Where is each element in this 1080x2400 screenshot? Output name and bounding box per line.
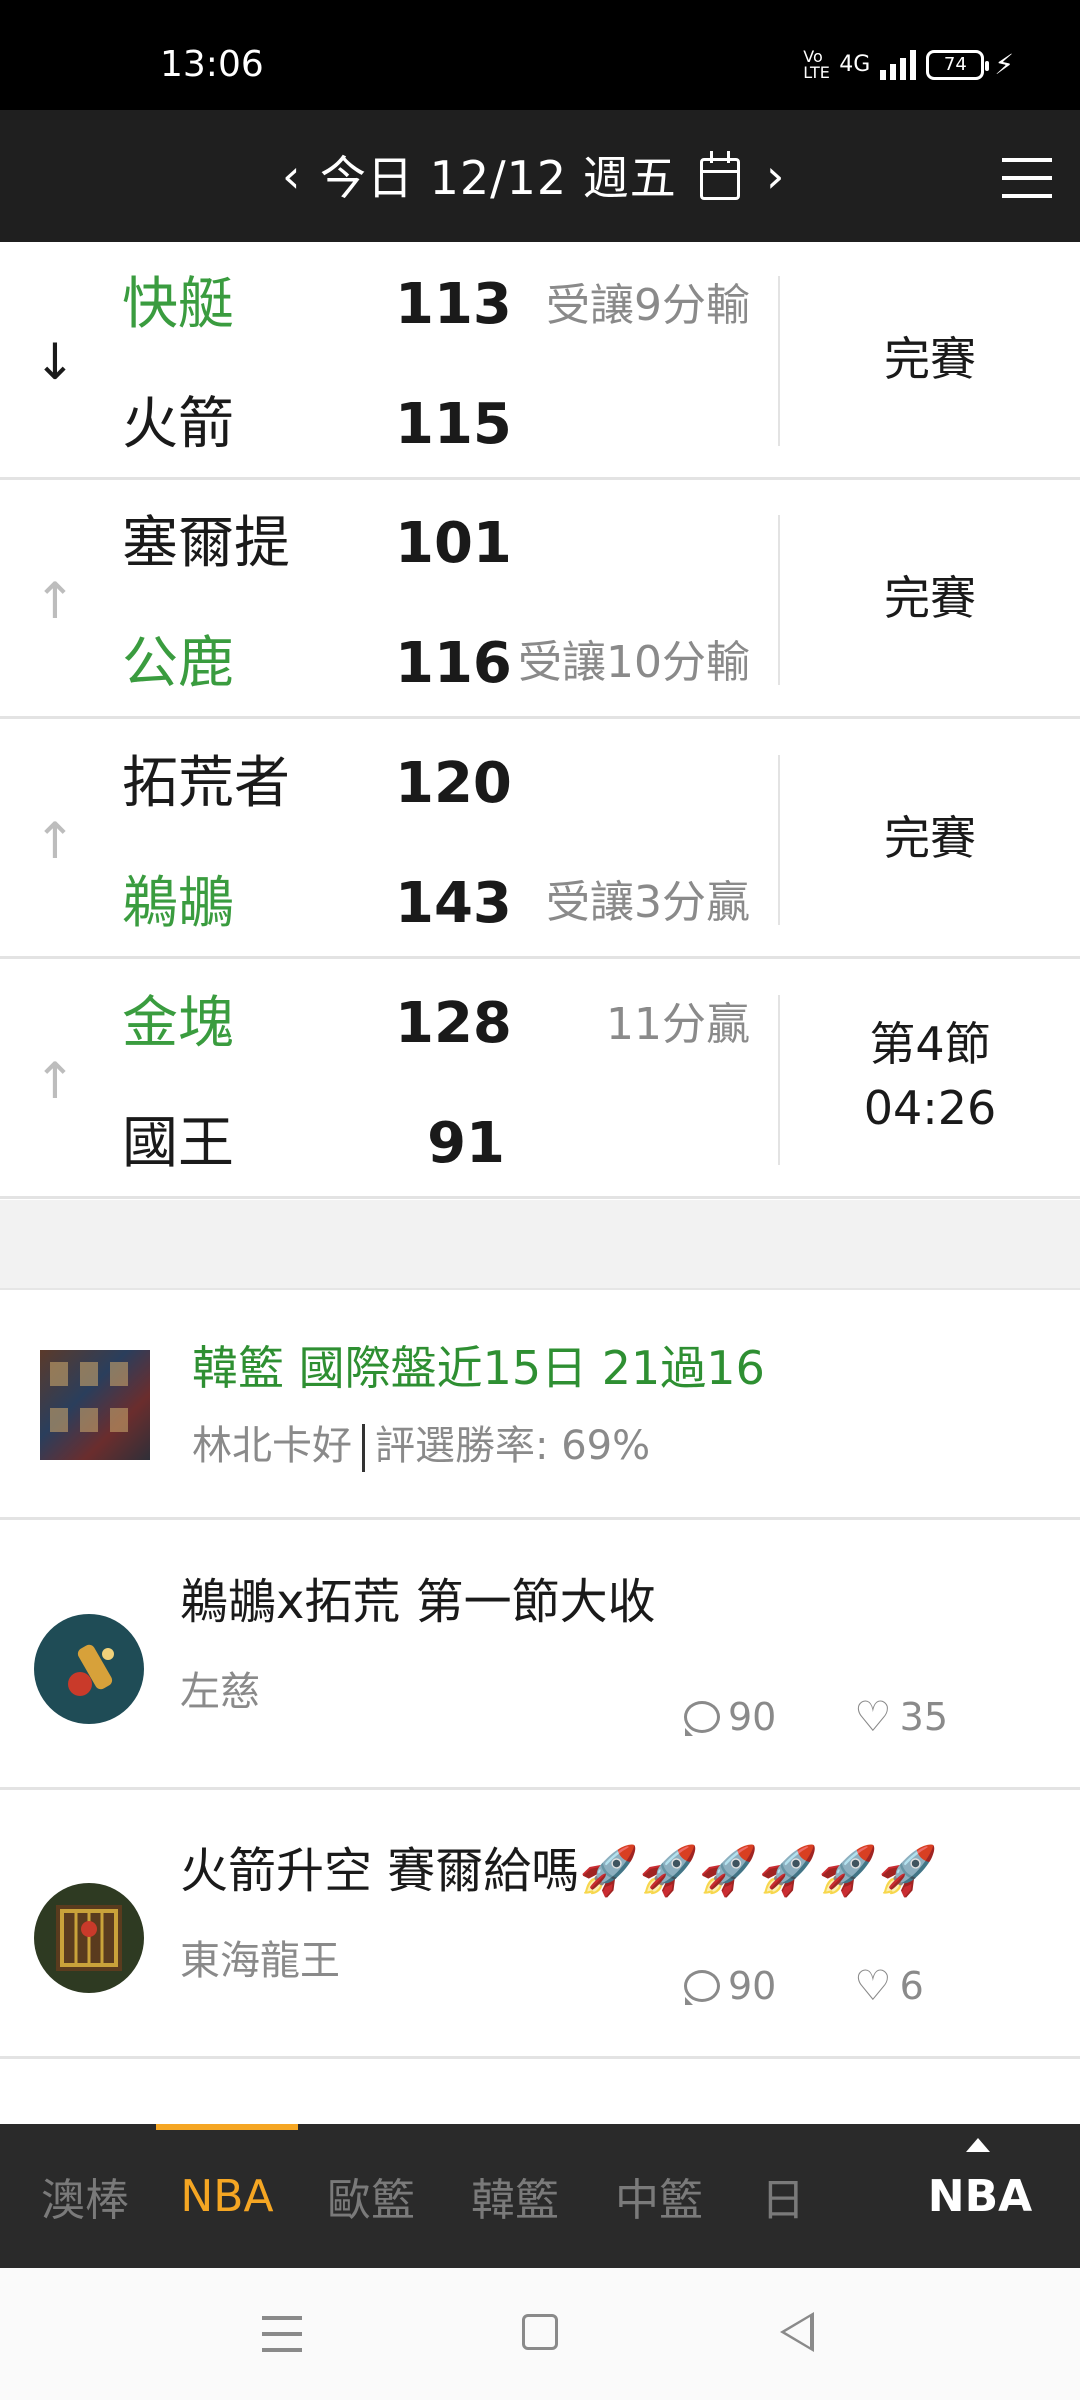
like-count[interactable]: ♡ 35 <box>854 1692 948 1742</box>
back-icon[interactable] <box>780 2312 814 2352</box>
status-bar: 13:06 Vo LTE 4G 74 ⚡ <box>0 0 1080 110</box>
home-team-score: 120 <box>395 751 512 816</box>
post-author[interactable]: 東海龍王 <box>180 1933 340 1989</box>
post-author[interactable]: 左慈 <box>180 1664 260 1720</box>
volte-icon: Vo LTE <box>803 46 830 82</box>
tab-korea-basketball[interactable]: 韓籃 <box>450 2124 580 2268</box>
game-row[interactable]: ↑ 拓荒者 120 鵜鶘 143 受讓3分贏 完賽 <box>0 721 1080 959</box>
tab-nba[interactable]: NBA <box>156 2124 298 2268</box>
away-team-score: 115 <box>395 392 512 457</box>
away-team-name: 國王 <box>122 1111 234 1176</box>
away-team-score: 116 <box>395 631 512 696</box>
arrow-down-icon[interactable]: ↓ <box>34 332 76 392</box>
arrow-up-icon[interactable]: ↑ <box>34 1051 76 1111</box>
comment-count-value: 90 <box>728 1964 777 2008</box>
post-title[interactable]: 火箭升空 賽爾給嗎🚀🚀🚀🚀🚀🚀 <box>180 1839 938 1903</box>
comment-count: 90 <box>684 1961 776 2011</box>
chevron-left-icon[interactable]: ‹ <box>282 146 300 206</box>
home-team-name: 金塊 <box>122 991 234 1056</box>
avatar <box>34 1614 144 1724</box>
charging-icon: ⚡ <box>994 48 1014 81</box>
status-icons: Vo LTE 4G 74 ⚡ <box>803 48 1014 81</box>
battery-level: 74 <box>943 54 967 75</box>
recents-icon[interactable] <box>262 2316 302 2352</box>
game-status: 完賽 <box>884 571 976 625</box>
date-header: ‹ 今日 12/12 週五 › <box>0 110 1080 242</box>
current-league-label: NBA <box>927 2170 1033 2222</box>
comment-count-value: 90 <box>728 1695 777 1739</box>
away-team-score: 143 <box>395 871 512 936</box>
expert-pick-title[interactable]: 韓籃 國際盤近15日 21過16 <box>192 1338 765 1398</box>
game-row[interactable]: ↑ 金塊 128 11分贏 國王 91 第4節 04:26 <box>0 961 1080 1199</box>
avatar <box>34 1883 144 1993</box>
forum-post[interactable]: 火箭升空 賽爾給嗎🚀🚀🚀🚀🚀🚀 東海龍王 90 ♡ 6 <box>0 1791 1080 2059</box>
date-label[interactable]: 今日 12/12 週五 <box>320 148 677 208</box>
spread-result: 11分贏 <box>606 999 750 1050</box>
system-nav-bar <box>0 2268 1080 2400</box>
home-team-score: 101 <box>395 511 512 576</box>
home-team-name: 拓荒者 <box>122 751 290 816</box>
heart-icon[interactable]: ♡ <box>854 1692 892 1742</box>
current-league-selector[interactable]: NBA <box>880 2124 1080 2268</box>
expert-pick-card[interactable]: 韓籃 國際盤近15日 21過16 林北卡好 評選勝率: 69% <box>0 1292 1080 1520</box>
away-team-name: 公鹿 <box>122 631 234 696</box>
arrow-up-icon[interactable]: ↑ <box>34 811 76 871</box>
game-row[interactable]: ↓ 快艇 113 受讓9分輸 火箭 115 完賽 <box>0 242 1080 480</box>
caret-up-icon <box>966 2138 990 2152</box>
hamburger-menu-icon[interactable] <box>1002 158 1052 198</box>
comment-count: 90 <box>684 1692 776 1742</box>
home-team-score: 128 <box>395 991 512 1056</box>
comment-icon <box>684 1970 720 2005</box>
home-team-name: 塞爾提 <box>122 511 290 576</box>
game-period: 第4節 <box>869 1017 991 1071</box>
tab-euro-basketball[interactable]: 歐籃 <box>306 2124 436 2268</box>
tab-aus-baseball[interactable]: 澳棒 <box>20 2124 150 2268</box>
divider <box>362 1424 365 1472</box>
status-time: 13:06 <box>160 44 264 85</box>
away-team-name: 火箭 <box>122 392 234 457</box>
game-status: 完賽 <box>884 811 976 865</box>
league-tab-bar: 澳棒 NBA 歐籃 韓籃 中籃 日 NBA <box>0 2124 1080 2268</box>
spread-result: 受讓10分輸 <box>518 637 750 688</box>
chevron-right-icon[interactable]: › <box>766 146 784 206</box>
home-team-name: 快艇 <box>122 272 234 337</box>
expert-thumbnail <box>40 1350 150 1460</box>
spread-result: 受讓9分輸 <box>546 280 750 331</box>
post-title[interactable]: 鵜鶘x拓荒 第一節大收 <box>180 1570 656 1634</box>
forum-post[interactable]: 鵜鶘x拓荒 第一節大收 左慈 90 ♡ 35 <box>0 1522 1080 1790</box>
calendar-icon[interactable] <box>700 151 740 200</box>
battery-icon: 74 <box>926 49 990 80</box>
game-clock: 04:26 <box>863 1081 997 1135</box>
expert-meta: 林北卡好 評選勝率: 69% <box>192 1418 650 1474</box>
tab-china-basketball[interactable]: 中籃 <box>594 2124 724 2268</box>
expert-win-rate: 評選勝率: 69% <box>375 1423 651 1469</box>
comment-icon <box>684 1701 720 1736</box>
like-count-value: 35 <box>899 1695 949 1739</box>
game-row[interactable]: ↑ 塞爾提 101 公鹿 116 受讓10分輸 完賽 <box>0 481 1080 719</box>
away-team-score: 91 <box>427 1111 505 1176</box>
signal-icon <box>880 49 917 80</box>
away-team-name: 鵜鶘 <box>122 871 234 936</box>
arrow-up-icon[interactable]: ↑ <box>34 571 76 631</box>
like-count[interactable]: ♡ 6 <box>854 1961 924 2011</box>
network-type-label: 4G <box>839 52 871 77</box>
heart-icon[interactable]: ♡ <box>854 1961 892 2011</box>
section-spacer <box>0 1200 1080 1290</box>
spread-result: 受讓3分贏 <box>546 877 750 928</box>
like-count-value: 6 <box>899 1964 924 2008</box>
expert-author: 林北卡好 <box>192 1423 352 1469</box>
home-team-score: 113 <box>395 272 512 337</box>
home-icon[interactable] <box>522 2314 558 2350</box>
tab-japan[interactable]: 日 <box>738 2124 828 2268</box>
game-status: 完賽 <box>884 332 976 386</box>
